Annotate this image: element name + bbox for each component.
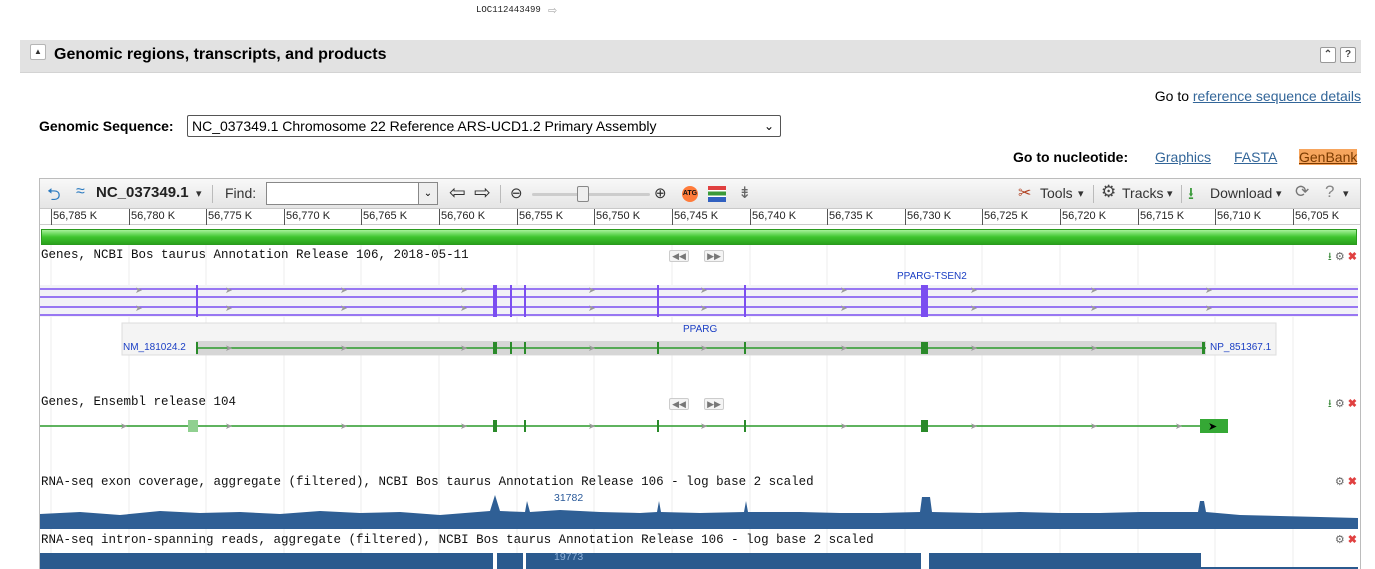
svg-text:➤: ➤ xyxy=(135,303,143,313)
svg-text:➤: ➤ xyxy=(340,421,348,431)
svg-text:➤: ➤ xyxy=(700,421,708,431)
svg-text:➤: ➤ xyxy=(1090,303,1098,313)
svg-text:➤: ➤ xyxy=(1205,303,1213,313)
track-controls-rna-intron: ⚙ ✖ xyxy=(1335,533,1357,546)
track-close-icon[interactable]: ✖ xyxy=(1348,398,1357,410)
track-next-button[interactable]: ▶▶ xyxy=(704,398,724,410)
goto-nucleotide: Go to nucleotide: Graphics FASTA GenBank xyxy=(1013,149,1363,165)
rna-exon-coverage-area xyxy=(40,495,1358,529)
track-label-rna-exon: RNA-seq exon coverage, aggregate (filter… xyxy=(41,475,814,489)
section-help-button[interactable]: ? xyxy=(1340,47,1356,63)
track-download-icon[interactable]: ⭳ xyxy=(1328,398,1332,410)
genomic-sequence-value: NC_037349.1 Chromosome 22 Reference ARS-… xyxy=(192,118,657,134)
svg-text:➤: ➤ xyxy=(340,303,348,313)
svg-text:➤: ➤ xyxy=(970,303,978,313)
track-label-rna-intron: RNA-seq intron-spanning reads, aggregate… xyxy=(41,533,874,547)
track-settings-icon[interactable]: ⚙ xyxy=(1335,476,1345,488)
svg-text:➤: ➤ xyxy=(840,343,848,353)
goto-reference-prefix: Go to xyxy=(1154,88,1193,104)
track-label-ncbi-genes: Genes, NCBI Bos taurus Annotation Releas… xyxy=(41,248,469,262)
ppargtsen2-background xyxy=(40,285,1358,317)
genomic-sequence-select[interactable]: NC_037349.1 Chromosome 22 Reference ARS-… xyxy=(187,115,781,137)
svg-text:➤: ➤ xyxy=(460,303,468,313)
svg-text:➤: ➤ xyxy=(588,303,596,313)
goto-reference: Go to reference sequence details xyxy=(1155,88,1361,104)
svg-text:➤: ➤ xyxy=(1090,343,1098,353)
svg-text:➤: ➤ xyxy=(700,343,708,353)
track-label-ensembl-genes: Genes, Ensembl release 104 xyxy=(41,395,237,409)
svg-text:➤: ➤ xyxy=(1175,421,1183,431)
sequence-viewer: ⮌ ≈ NC_037349.1 ▾ Find: ⌄ ⇦ ⇨ ⊖ ⊕ ATG ⇟ … xyxy=(39,178,1361,569)
graphics-link[interactable]: Graphics xyxy=(1155,149,1211,165)
track-next-button[interactable]: ▶▶ xyxy=(704,250,724,262)
svg-text:➤: ➤ xyxy=(700,303,708,313)
svg-text:➤: ➤ xyxy=(588,421,596,431)
scroll-top-button[interactable]: ⌃ xyxy=(1320,47,1336,63)
genbank-link[interactable]: GenBank xyxy=(1299,149,1358,165)
section-header: ▲ Genomic regions, transcripts, and prod… xyxy=(20,40,1361,73)
top-gene-name[interactable]: LOC112443499 xyxy=(476,5,541,15)
intron-block xyxy=(497,553,523,569)
section-title: Genomic regions, transcripts, and produc… xyxy=(54,46,387,63)
fasta-link[interactable]: FASTA xyxy=(1234,149,1277,165)
gene-label-pparg[interactable]: PPARG xyxy=(683,324,717,335)
svg-text:➤: ➤ xyxy=(135,285,143,295)
svg-text:➤: ➤ xyxy=(840,421,848,431)
intron-block xyxy=(40,553,493,569)
track-close-icon[interactable]: ✖ xyxy=(1348,534,1357,546)
svg-text:➤: ➤ xyxy=(970,285,978,295)
svg-text:➤: ➤ xyxy=(1205,285,1213,295)
svg-text:➤: ➤ xyxy=(120,421,128,431)
svg-text:➤: ➤ xyxy=(970,343,978,353)
svg-text:➤: ➤ xyxy=(460,343,468,353)
track-prev-button[interactable]: ◀◀ xyxy=(669,398,689,410)
svg-text:➤: ➤ xyxy=(700,285,708,295)
track-settings-icon[interactable]: ⚙ xyxy=(1335,251,1345,263)
svg-text:➤: ➤ xyxy=(340,343,348,353)
svg-text:➤: ➤ xyxy=(1090,421,1098,431)
svg-text:➤: ➤ xyxy=(225,343,233,353)
track-settings-icon[interactable]: ⚙ xyxy=(1335,398,1345,410)
rna-exon-max-value: 31782 xyxy=(554,492,584,504)
svg-text:➤: ➤ xyxy=(970,421,978,431)
chevron-down-icon: ⌄ xyxy=(763,119,774,133)
gene-label-ppargtsen2[interactable]: PPARG-TSEN2 xyxy=(897,271,967,282)
ensembl-end-arrow: ➤ xyxy=(1208,421,1217,433)
svg-text:➤: ➤ xyxy=(1090,285,1098,295)
svg-text:➤: ➤ xyxy=(225,303,233,313)
track-close-icon[interactable]: ✖ xyxy=(1348,476,1357,488)
genomic-sequence-label: Genomic Sequence: xyxy=(39,118,174,134)
track-nav-ncbi: ◀◀ ▶▶ xyxy=(669,250,739,262)
intron-block xyxy=(526,553,921,569)
svg-text:➤: ➤ xyxy=(588,285,596,295)
svg-text:➤: ➤ xyxy=(588,343,596,353)
track-prev-button[interactable]: ◀◀ xyxy=(669,250,689,262)
top-gene-arrow-icon: ⇨ xyxy=(548,5,558,17)
svg-text:➤: ➤ xyxy=(460,421,468,431)
svg-text:➤: ➤ xyxy=(225,285,233,295)
track-download-icon[interactable]: ⭳ xyxy=(1328,251,1332,263)
svg-text:➤: ➤ xyxy=(840,303,848,313)
track-controls-ncbi: ⭳ ⚙ ✖ xyxy=(1328,248,1357,267)
intron-block xyxy=(929,553,1201,569)
rna-accession-label[interactable]: NM_181024.2 xyxy=(123,342,186,353)
track-nav-ensembl: ◀◀ ▶▶ xyxy=(669,398,739,410)
track-settings-icon[interactable]: ⚙ xyxy=(1335,534,1345,546)
svg-text:➤: ➤ xyxy=(840,285,848,295)
sequence-bar[interactable] xyxy=(41,229,1357,245)
svg-text:➤: ➤ xyxy=(340,285,348,295)
svg-text:➤: ➤ xyxy=(225,421,233,431)
collapse-toggle-icon[interactable]: ▲ xyxy=(30,44,46,60)
rna-intron-max-value: 19773 xyxy=(554,551,584,563)
goto-nucleotide-label: Go to nucleotide: xyxy=(1013,149,1129,165)
svg-text:➤: ➤ xyxy=(460,285,468,295)
track-controls-rna-exon: ⚙ ✖ xyxy=(1335,475,1357,488)
protein-accession-label[interactable]: NP_851367.1 xyxy=(1210,342,1271,353)
track-controls-ensembl: ⭳ ⚙ ✖ xyxy=(1328,395,1357,414)
reference-sequence-details-link[interactable]: reference sequence details xyxy=(1193,88,1361,104)
track-close-icon[interactable]: ✖ xyxy=(1348,251,1357,263)
